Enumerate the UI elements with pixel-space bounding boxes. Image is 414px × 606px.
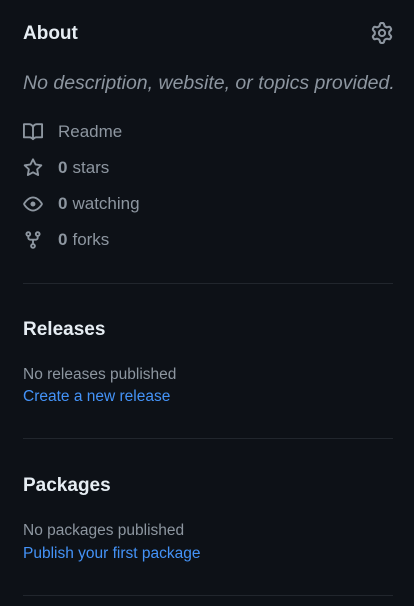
section-divider: [23, 595, 393, 596]
repo-forked-icon: [23, 230, 43, 250]
no-releases-text: No releases published: [23, 366, 177, 383]
eye-icon: [23, 194, 43, 214]
forks-link[interactable]: 0 forks: [23, 228, 109, 252]
stars-count: 0: [58, 158, 68, 177]
book-icon: [23, 122, 43, 142]
no-packages-text: No packages published: [23, 522, 185, 539]
section-divider: [23, 438, 393, 439]
publish-package-link[interactable]: Publish your first package: [23, 545, 200, 563]
readme-label: Readme: [58, 122, 123, 141]
forks-count: 0: [58, 230, 68, 249]
releases-heading[interactable]: Releases: [23, 319, 105, 341]
forks-label: forks: [72, 230, 110, 249]
watching-link[interactable]: 0 watching: [23, 192, 140, 216]
packages-heading[interactable]: Packages: [23, 475, 111, 497]
repo-sidebar: About No description, website, or topics…: [0, 0, 414, 606]
section-divider: [23, 283, 393, 284]
gear-icon[interactable]: [371, 22, 393, 44]
readme-link[interactable]: Readme: [23, 120, 122, 144]
stars-label: stars: [72, 158, 110, 177]
star-icon: [23, 158, 43, 178]
repo-description: No description, website, or topics provi…: [23, 72, 395, 94]
about-heading: About: [23, 23, 78, 44]
stars-link[interactable]: 0 stars: [23, 156, 109, 180]
create-release-link[interactable]: Create a new release: [23, 388, 170, 406]
watching-label: watching: [72, 194, 140, 213]
watching-count: 0: [58, 194, 68, 213]
